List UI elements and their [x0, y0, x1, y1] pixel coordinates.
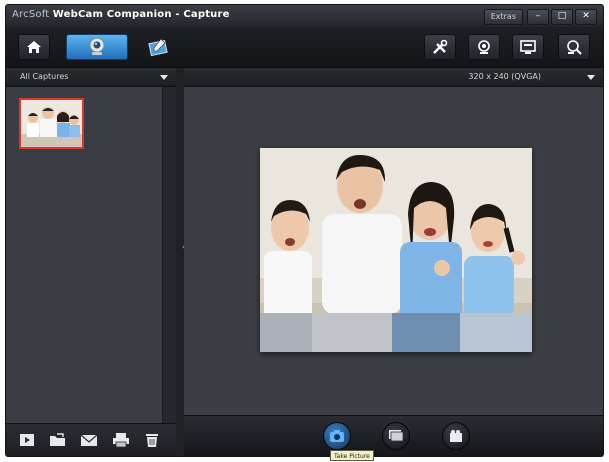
- captures-filter-label: All Captures: [20, 72, 69, 81]
- zoom-icon: [567, 40, 582, 55]
- print-icon[interactable]: [112, 432, 130, 448]
- chevron-down-icon: [160, 75, 168, 80]
- photo-edit-icon: [148, 38, 168, 57]
- face-tracking-button[interactable]: [468, 34, 500, 60]
- multi-shot-icon: [389, 430, 404, 442]
- preview-panel: 320 x 240 (QVGA): [184, 68, 603, 456]
- main-toolbar: [6, 27, 603, 68]
- home-icon: [27, 41, 41, 53]
- burst-capture-button[interactable]: [382, 422, 410, 450]
- monitor-button[interactable]: [512, 34, 544, 60]
- take-picture-tooltip: Take Picture: [330, 450, 374, 461]
- captures-scrollbar[interactable]: [162, 87, 177, 424]
- minimize-button[interactable]: –: [527, 9, 549, 25]
- capture-controls-bar: [184, 415, 603, 456]
- tools-icon: [433, 39, 448, 54]
- home-button[interactable]: [18, 34, 50, 60]
- close-button[interactable]: ✕: [575, 9, 597, 25]
- resolution-label: 320 x 240 (QVGA): [468, 72, 541, 81]
- webcam-icon: [89, 37, 105, 55]
- email-icon[interactable]: [80, 432, 98, 448]
- slideshow-icon[interactable]: [18, 432, 36, 448]
- trash-icon[interactable]: [143, 432, 161, 448]
- extras-button[interactable]: Extras: [483, 9, 523, 25]
- camera-icon: [330, 430, 344, 442]
- record-video-button[interactable]: [442, 422, 470, 450]
- video-camera-icon: [450, 430, 462, 442]
- take-picture-button[interactable]: [323, 422, 351, 450]
- captures-actions-bar: [6, 423, 176, 456]
- maximize-button[interactable]: □: [551, 9, 573, 25]
- captures-panel: All Captures: [6, 68, 177, 456]
- captures-filter-dropdown[interactable]: All Captures: [6, 68, 176, 87]
- window-title: ArcSoft WebCam Companion - Capture: [12, 9, 230, 20]
- monitor-icon: [520, 40, 536, 54]
- app-window: ArcSoft WebCam Companion - Capture Extra…: [5, 4, 604, 457]
- family-photo-preview: [260, 148, 532, 352]
- resolution-dropdown[interactable]: 320 x 240 (QVGA): [184, 68, 603, 87]
- chevron-down-icon: [587, 75, 595, 80]
- live-preview: [260, 148, 532, 352]
- capture-thumbnail[interactable]: [19, 98, 84, 149]
- settings-button[interactable]: [424, 34, 456, 60]
- edit-tab-button[interactable]: [142, 34, 174, 60]
- face-tracking-icon: [478, 40, 490, 54]
- folder-open-icon[interactable]: [49, 432, 67, 448]
- title-bar[interactable]: ArcSoft WebCam Companion - Capture Extra…: [6, 5, 603, 27]
- panel-splitter[interactable]: [176, 68, 184, 456]
- family-photo-thumbnail: [21, 100, 82, 147]
- capture-tab-button[interactable]: [66, 34, 128, 60]
- zoom-button[interactable]: [558, 34, 590, 60]
